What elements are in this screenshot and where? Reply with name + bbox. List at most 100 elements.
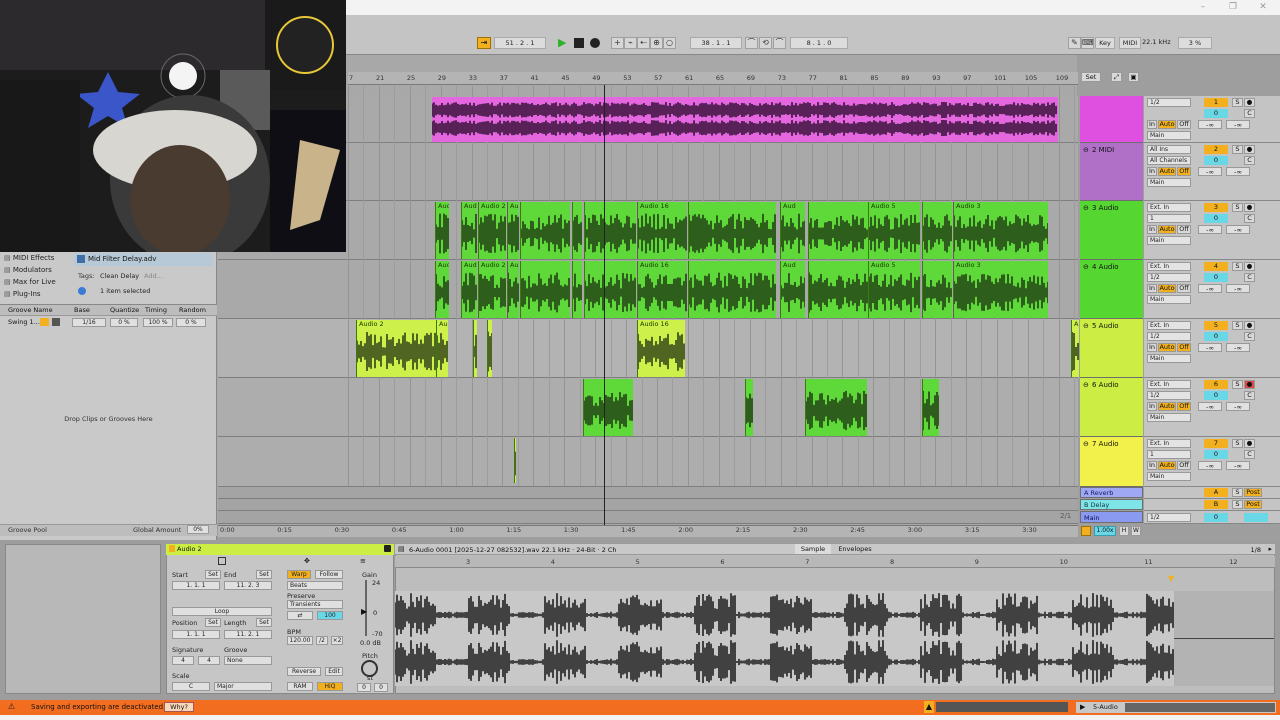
send-b[interactable]: -∞ <box>1226 284 1250 293</box>
keyboard-icon[interactable]: ⌨ <box>1081 37 1094 49</box>
arm-button[interactable]: ● <box>1244 203 1255 212</box>
track-header-1[interactable] <box>1080 96 1143 143</box>
start-value[interactable]: 1. 1. 1 <box>172 581 220 590</box>
track-number[interactable]: 1 <box>1204 98 1228 107</box>
clip-4[interactable]: Audio 3 <box>953 261 1048 318</box>
clip-7[interactable] <box>514 438 516 483</box>
tag-chip[interactable]: Clean Delay <box>100 272 139 280</box>
clip-3[interactable]: Audio 5 <box>868 202 920 259</box>
ram-button[interactable]: RAM <box>287 682 313 691</box>
audio-tab-icon[interactable]: ✥ <box>304 557 310 565</box>
clip-4[interactable]: Aud <box>461 261 477 318</box>
input-channel-select[interactable]: 1 <box>1147 450 1191 459</box>
monitor-off[interactable]: Off <box>1177 402 1191 411</box>
track-lane-7[interactable] <box>218 437 1078 487</box>
reenable-automation-icon[interactable]: ⇠ <box>637 37 650 49</box>
volume-field[interactable]: 0 <box>1204 450 1228 459</box>
session-record-icon[interactable]: ○ <box>663 37 676 49</box>
clip-4[interactable] <box>572 261 582 318</box>
monitor-auto[interactable]: Auto <box>1158 343 1176 352</box>
follow-icon[interactable]: ⇥ <box>477 37 491 49</box>
signature-denominator[interactable]: 4 <box>198 656 220 665</box>
cue-button[interactable]: C <box>1244 450 1255 459</box>
track-number[interactable]: 2 <box>1204 145 1228 154</box>
volume-field[interactable]: 0 <box>1204 156 1228 165</box>
track-lane-6[interactable] <box>218 378 1078 437</box>
input-channel-select[interactable]: 1/2 <box>1147 391 1191 400</box>
clip-3[interactable]: Audio 3 <box>953 202 1048 259</box>
monitor-auto[interactable]: Auto <box>1158 225 1176 234</box>
monitor-auto[interactable]: Auto <box>1158 167 1176 176</box>
solo-button[interactable]: S <box>1232 203 1243 212</box>
launch-tab-icon[interactable]: ≡ <box>360 557 366 565</box>
send-a[interactable]: -∞ <box>1198 402 1222 411</box>
why-button[interactable]: Why? <box>164 702 194 712</box>
send-b[interactable]: -∞ <box>1226 225 1250 234</box>
clip-5[interactable]: Audio 16 <box>637 320 685 377</box>
track-header-7[interactable]: ⊖ 7 Audio <box>1080 437 1143 487</box>
monitor-auto[interactable]: Auto <box>1158 402 1176 411</box>
return-a-post[interactable]: Post <box>1244 488 1262 497</box>
clip-5[interactable] <box>487 320 492 377</box>
monitor-off[interactable]: Off <box>1177 343 1191 352</box>
track-number[interactable]: 3 <box>1204 203 1228 212</box>
monitor-auto[interactable]: Auto <box>1158 120 1176 129</box>
edit-button[interactable]: Edit <box>325 667 343 676</box>
groove-random[interactable]: 0 % <box>176 318 206 327</box>
track-play-icon[interactable]: ▶ <box>1080 703 1085 711</box>
scale-mode[interactable]: Major <box>214 682 272 691</box>
clip-name[interactable]: Audio 2 <box>177 545 202 553</box>
track-lane-2[interactable] <box>218 143 1078 201</box>
return-b-letter[interactable]: B <box>1204 500 1228 509</box>
input-channel-select[interactable]: 1 <box>1147 214 1191 223</box>
groove-row-name[interactable]: Swing 1... <box>8 318 40 326</box>
expand-icon[interactable]: ⤢ <box>1111 72 1122 82</box>
fold-icon[interactable]: ⊖ <box>1083 322 1089 330</box>
input-type-select[interactable]: Ext. In <box>1147 321 1191 330</box>
h-button[interactable]: H <box>1119 526 1129 536</box>
set-locator-button[interactable]: Set <box>1081 72 1101 82</box>
track-header-6[interactable]: ⊖ 6 Audio <box>1080 378 1143 437</box>
return-a-header[interactable]: A Reverb <box>1080 487 1143 498</box>
zoom-level[interactable]: 1.00x <box>1094 526 1116 536</box>
browser-item-max-for-live[interactable]: ▤ Max for Live <box>4 276 56 288</box>
double-tempo-button[interactable]: ×2 <box>331 636 343 645</box>
loop-switch-icon[interactable]: ⟲ <box>759 37 772 49</box>
send-a[interactable]: -∞ <box>1198 225 1222 234</box>
monitor-in[interactable]: In <box>1147 284 1157 293</box>
clip-5[interactable]: Au <box>1071 320 1079 377</box>
beats-select[interactable]: Beats <box>287 581 343 590</box>
clip-4[interactable]: Audio 16 <box>637 261 687 318</box>
groove-hot-swap-icon[interactable] <box>40 318 49 326</box>
input-channel-select[interactable]: All Channels <box>1147 156 1191 165</box>
input-channel-select[interactable]: 1/2 <box>1147 332 1191 341</box>
tab-envelopes[interactable]: Envelopes <box>835 544 875 554</box>
clip-4[interactable]: Aud <box>507 261 519 318</box>
monitor-in[interactable]: In <box>1147 225 1157 234</box>
clip-4[interactable] <box>520 261 570 318</box>
gain-slider-handle[interactable]: ▶ <box>361 607 367 616</box>
send-a[interactable]: -∞ <box>1198 343 1222 352</box>
monitor-off[interactable]: Off <box>1177 167 1191 176</box>
send-b[interactable]: -∞ <box>1226 343 1250 352</box>
return-lane-b[interactable] <box>218 499 1078 511</box>
clip-4[interactable] <box>808 261 868 318</box>
monitor-in[interactable]: In <box>1147 167 1157 176</box>
midi-map-button[interactable]: MIDI <box>1119 37 1141 49</box>
close-icon[interactable]: ✕ <box>1252 1 1274 13</box>
send-a[interactable]: -∞ <box>1198 167 1222 176</box>
position-set-button[interactable]: Set <box>205 618 221 627</box>
input-channel-select[interactable]: 1/2 <box>1147 273 1191 282</box>
send-b[interactable]: -∞ <box>1226 167 1250 176</box>
length-set-button[interactable]: Set <box>256 618 272 627</box>
main-num[interactable]: 0 <box>1204 513 1228 522</box>
monitor-in[interactable]: In <box>1147 461 1157 470</box>
clip-6[interactable] <box>583 379 633 436</box>
clip-3[interactable]: Audio 16 <box>637 202 687 259</box>
clip-track1[interactable] <box>432 97 1058 142</box>
input-type-select[interactable]: Ext. In <box>1147 262 1191 271</box>
input-type-select[interactable]: 1/2 <box>1147 98 1191 107</box>
clip-4[interactable] <box>688 261 776 318</box>
send-a[interactable]: -∞ <box>1198 284 1222 293</box>
clip-3[interactable]: Aud <box>461 202 477 259</box>
